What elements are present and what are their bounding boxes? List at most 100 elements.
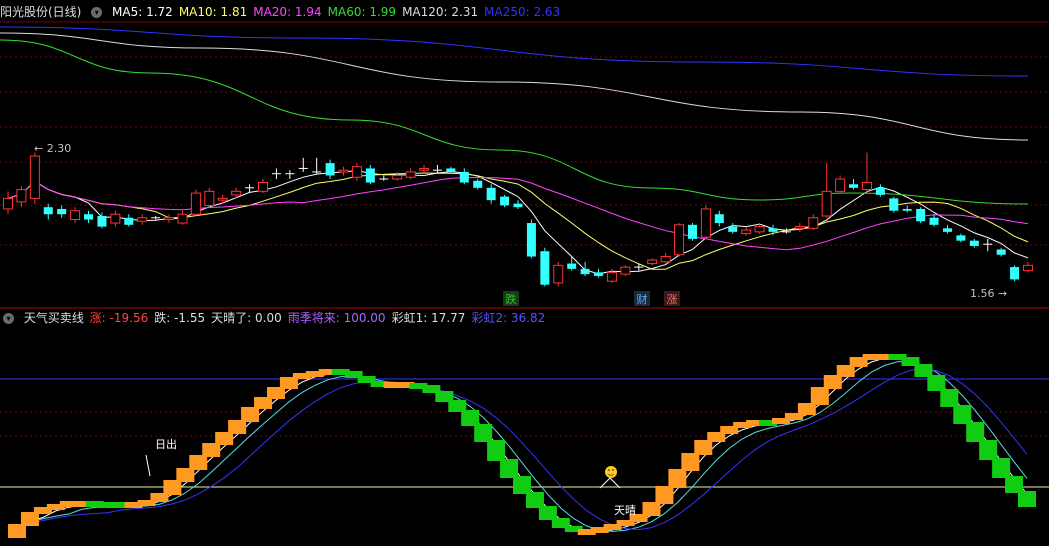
candle-body xyxy=(540,251,550,285)
indicator-title[interactable]: 天气买卖线 xyxy=(24,311,84,325)
candle-body xyxy=(204,190,215,206)
indicator-legend-item: 涨: -19.56 xyxy=(89,311,149,325)
low-price-marker: 1.56 → xyxy=(970,287,1007,300)
ma-legend-item: MA60: 1.99 xyxy=(327,5,397,19)
weather-block xyxy=(953,405,972,424)
weather-block xyxy=(189,455,208,470)
candle-body xyxy=(500,196,510,206)
indicator-legend-item: 彩虹2: 36.82 xyxy=(471,311,546,325)
top-info-bar: 阳光股份(日线) ▾ MA5: 1.72 MA10: 1.81 MA20: 1.94… xyxy=(0,4,572,20)
candle-body xyxy=(177,213,188,224)
sunny-label: 天晴 xyxy=(614,504,636,517)
candle-body xyxy=(217,197,228,201)
candle-body xyxy=(728,226,738,232)
weather-block xyxy=(513,476,531,494)
candle-body xyxy=(29,155,40,199)
weather-block xyxy=(810,387,829,405)
weather-block xyxy=(1018,491,1036,507)
candle-body xyxy=(473,180,483,188)
candle-body xyxy=(835,178,846,192)
candle-body xyxy=(674,224,685,256)
candle-body xyxy=(164,217,175,221)
candle-body xyxy=(942,228,952,232)
candle-body xyxy=(660,256,671,263)
candle-body xyxy=(419,167,430,171)
candle-body xyxy=(567,263,577,269)
candle-body xyxy=(687,224,697,239)
candle-body xyxy=(768,228,778,232)
candle-body xyxy=(889,198,899,211)
weather-block xyxy=(1005,476,1024,493)
candle-body xyxy=(849,184,859,188)
candle-body xyxy=(580,268,590,275)
candle-body xyxy=(956,235,966,241)
candle-body xyxy=(258,182,268,192)
candle-body xyxy=(714,214,724,224)
weather-block xyxy=(538,506,557,520)
indicator-legend-item: 天晴了: 0.00 xyxy=(211,311,282,325)
signal-badge: 涨 xyxy=(667,293,678,306)
signal-badge: 跌 xyxy=(506,292,517,306)
weather-block xyxy=(823,375,842,389)
candle-body xyxy=(647,259,658,265)
weather-block xyxy=(694,440,713,455)
ma-legend-item: MA20: 1.94 xyxy=(253,5,322,19)
ma-legend-item: MA250: 2.63 xyxy=(484,5,561,19)
candle-body xyxy=(351,166,362,178)
weather-block xyxy=(655,486,674,504)
sun-icon-eye xyxy=(612,469,614,471)
candle-body xyxy=(700,208,711,238)
candle-body xyxy=(916,208,926,222)
candle-body xyxy=(741,229,752,235)
sun-icon xyxy=(605,466,617,478)
chevron-down-icon[interactable]: ▾ xyxy=(3,313,14,324)
ma-legend-item: MA120: 2.31 xyxy=(402,5,479,19)
weather-block xyxy=(642,502,661,516)
ma250-line xyxy=(0,26,1029,77)
sun-icon-eye xyxy=(608,469,610,471)
candle-body xyxy=(996,249,1006,255)
candle-body xyxy=(969,240,979,246)
weather-block xyxy=(681,453,700,471)
candle-body xyxy=(190,192,201,215)
candle-body xyxy=(553,264,564,284)
candle-body xyxy=(875,187,885,195)
weather-block xyxy=(979,440,998,460)
candle-body xyxy=(70,210,81,221)
weather-block xyxy=(992,458,1011,478)
candle-body xyxy=(902,208,912,211)
high-price-marker: ← 2.30 xyxy=(34,142,71,155)
indicator-legend-item: 彩虹1: 17.77 xyxy=(391,311,466,325)
candle-body xyxy=(594,272,604,276)
candle-body xyxy=(794,226,805,229)
candle-body xyxy=(392,174,403,180)
candle-body xyxy=(231,190,242,196)
weather-block xyxy=(668,469,687,488)
weather-block xyxy=(163,480,182,495)
indicator-legend: 涨: -19.56 跌: -1.55 天晴了: 0.00 雨季将来: 100.00 彩虹… xyxy=(90,311,552,325)
weather-block xyxy=(202,443,221,457)
weather-block xyxy=(927,375,946,391)
kline-chart[interactable]: ← 2.30 1.56 → 跌 财 涨日出天晴 xyxy=(0,0,1049,546)
ma120-line xyxy=(0,32,1029,141)
candle-body xyxy=(606,271,617,282)
weather-block xyxy=(8,524,26,538)
candle-body xyxy=(1010,267,1020,280)
stock-title[interactable]: 阳光股份(日线) xyxy=(0,5,81,19)
indicator-legend-item: 雨季将来: 100.00 xyxy=(287,311,386,325)
candle-body xyxy=(338,169,349,173)
weather-block xyxy=(228,420,247,434)
ma-legend: MA5: 1.72 MA10: 1.81 MA20: 1.94 MA60: 1.99 M… xyxy=(112,5,566,19)
weather-block xyxy=(474,424,493,442)
candle-body xyxy=(110,213,121,224)
candle-body xyxy=(620,266,631,275)
weather-block xyxy=(20,512,39,526)
candle-body xyxy=(513,203,523,208)
sunrise-pointer xyxy=(145,454,151,477)
candle-body xyxy=(43,207,53,215)
chevron-down-icon[interactable]: ▾ xyxy=(91,7,103,18)
candle-body xyxy=(821,190,832,217)
candle-body xyxy=(446,168,456,172)
indicator-info-bar: ▾ 天气买卖线 涨: -19.56 跌: -1.55 天晴了: 0.00 雨季将来: … xyxy=(0,310,557,326)
candle-body xyxy=(325,163,335,176)
